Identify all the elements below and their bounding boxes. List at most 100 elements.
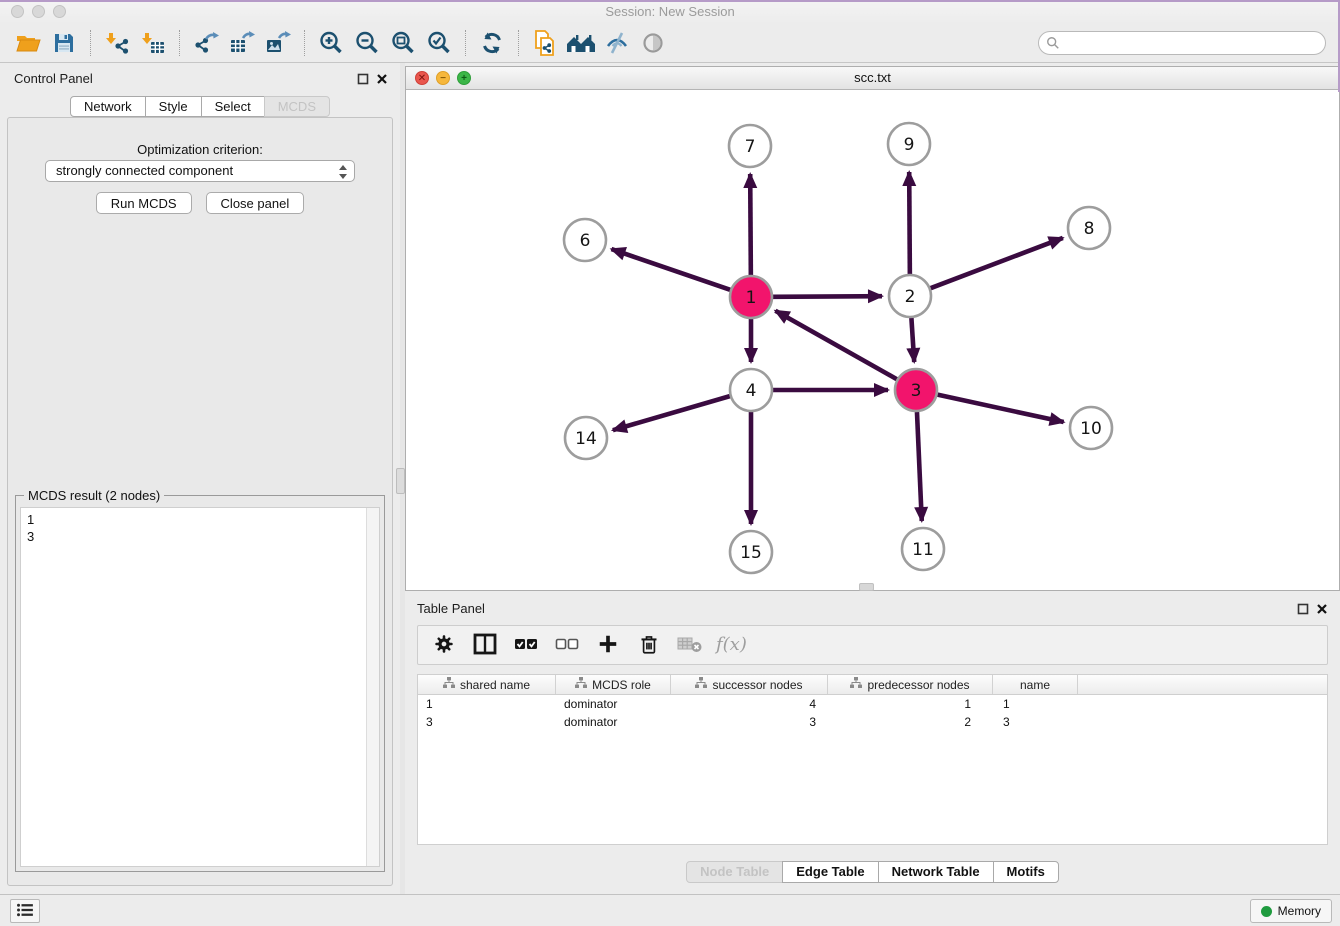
graph-node-4[interactable]: 4 [730, 369, 772, 411]
import-network-icon [105, 31, 129, 55]
import-network-button[interactable] [99, 28, 135, 58]
run-mcds-button[interactable]: Run MCDS [96, 192, 192, 214]
function-builder-button: f(x) [719, 633, 743, 657]
graph-edge-3-10[interactable] [937, 395, 1063, 422]
criterion-dropdown[interactable]: strongly connected component [45, 160, 355, 182]
zoom-selected-button[interactable] [421, 28, 457, 58]
table-row[interactable]: 1dominator411 [418, 697, 1327, 713]
tab-motifs[interactable]: Motifs [993, 861, 1059, 883]
column-header-label: predecessor nodes [867, 678, 969, 692]
graph-node-label: 11 [912, 540, 934, 560]
refresh-button[interactable] [474, 28, 510, 58]
table-cell: 3 [418, 715, 556, 731]
home-button[interactable] [563, 28, 599, 58]
graph-edge-2-9[interactable] [909, 172, 910, 274]
graph-edge-1-7[interactable] [750, 174, 751, 275]
graph-edge-2-3[interactable] [911, 318, 914, 362]
column-header-label: MCDS role [592, 678, 651, 692]
close-panel-icon[interactable] [376, 72, 388, 84]
zoom-fit-icon [390, 30, 416, 56]
tab-node-table[interactable]: Node Table [686, 861, 783, 883]
column-header-MCDS-role[interactable]: MCDS role [556, 675, 671, 694]
graph-edge-1-6[interactable] [611, 249, 730, 290]
function-builder-icon: f(x) [714, 632, 748, 659]
column-header-name[interactable]: name [993, 675, 1078, 694]
memory-button[interactable]: Memory [1250, 899, 1332, 923]
memory-label: Memory [1278, 904, 1321, 918]
float-panel-icon[interactable] [357, 72, 369, 84]
graph-edge-3-1[interactable] [775, 311, 896, 379]
tab-style[interactable]: Style [145, 96, 202, 117]
graph-node-7[interactable]: 7 [729, 125, 771, 167]
dropdown-arrows-icon [338, 164, 348, 186]
vertical-splitter-grip[interactable] [396, 468, 405, 494]
graph-node-8[interactable]: 8 [1068, 207, 1110, 249]
export-network-button[interactable] [188, 28, 224, 58]
graph-edge-2-8[interactable] [931, 238, 1063, 288]
export-image-icon [265, 31, 291, 55]
table-cell: 4 [671, 697, 828, 713]
graph-edge-4-14[interactable] [613, 396, 730, 430]
column-header-label: successor nodes [712, 678, 802, 692]
result-scrollbar[interactable] [366, 508, 379, 866]
tab-mcds[interactable]: MCDS [264, 96, 330, 117]
deselect-all-button[interactable] [555, 633, 579, 657]
columns-button[interactable] [473, 633, 497, 657]
zoom-out-button[interactable] [349, 28, 385, 58]
search-input[interactable] [1038, 31, 1326, 55]
export-image-button[interactable] [260, 28, 296, 58]
tab-network-table[interactable]: Network Table [878, 861, 994, 883]
graph-node-label: 15 [740, 543, 762, 563]
show-panels-button[interactable] [10, 899, 40, 923]
columns-icon [473, 633, 497, 658]
column-header-predecessor-nodes[interactable]: predecessor nodes [828, 675, 993, 694]
graph-node-9[interactable]: 9 [888, 123, 930, 165]
mcds-result-list[interactable]: 13 [20, 507, 380, 867]
select-all-button[interactable] [514, 633, 538, 657]
column-header-successor-nodes[interactable]: successor nodes [671, 675, 828, 694]
graph-node-label: 2 [905, 287, 916, 307]
visibility-button[interactable] [599, 28, 635, 58]
graph-edge-3-11[interactable] [917, 412, 922, 521]
graph-node-3[interactable]: 3 [895, 369, 937, 411]
tab-network[interactable]: Network [70, 96, 146, 117]
table-panel-title: Table Panel [417, 601, 485, 616]
settings-button[interactable] [432, 633, 456, 657]
table-cell: dominator [556, 715, 671, 731]
close-panel-button[interactable]: Close panel [206, 192, 305, 214]
column-type-icon [850, 677, 862, 692]
horizontal-splitter-grip[interactable] [859, 583, 874, 591]
clone-network-button[interactable] [527, 28, 563, 58]
zoom-in-icon [318, 30, 344, 56]
float-panel-icon[interactable] [1297, 602, 1309, 614]
graph-node-11[interactable]: 11 [902, 528, 944, 570]
table-cell: 2 [828, 715, 993, 731]
graph-node-15[interactable]: 15 [730, 531, 772, 573]
network-canvas[interactable]: 7 9 6 8 1 2 4 3 14 10 15 11 [406, 90, 1339, 590]
graph-node-label: 1 [746, 288, 757, 308]
deselect-all-icon [555, 635, 579, 656]
delete-columns-button[interactable] [637, 633, 661, 657]
graph-node-2[interactable]: 2 [889, 275, 931, 317]
graph-node-14[interactable]: 14 [565, 417, 607, 459]
column-header-shared-name[interactable]: shared name [418, 675, 556, 694]
graph-node-1[interactable]: 1 [730, 276, 772, 318]
toolbar-separator [179, 30, 180, 56]
tab-edge-table[interactable]: Edge Table [782, 861, 878, 883]
save-session-button[interactable] [46, 28, 82, 58]
open-session-button[interactable] [10, 28, 46, 58]
tab-select[interactable]: Select [201, 96, 265, 117]
table-panel: Table Panel f(x) shared name MCDS role suc… [405, 595, 1340, 894]
graph-node-label: 10 [1080, 419, 1102, 439]
table-row[interactable]: 3dominator323 [418, 715, 1327, 731]
eye-button [635, 28, 671, 58]
graph-node-10[interactable]: 10 [1070, 407, 1112, 449]
add-column-button[interactable] [596, 633, 620, 657]
close-panel-icon[interactable] [1316, 602, 1328, 614]
import-table-button[interactable] [135, 28, 171, 58]
graph-node-6[interactable]: 6 [564, 219, 606, 261]
zoom-in-button[interactable] [313, 28, 349, 58]
export-table-button[interactable] [224, 28, 260, 58]
graph-edge-1-2[interactable] [773, 296, 882, 297]
zoom-fit-button[interactable] [385, 28, 421, 58]
